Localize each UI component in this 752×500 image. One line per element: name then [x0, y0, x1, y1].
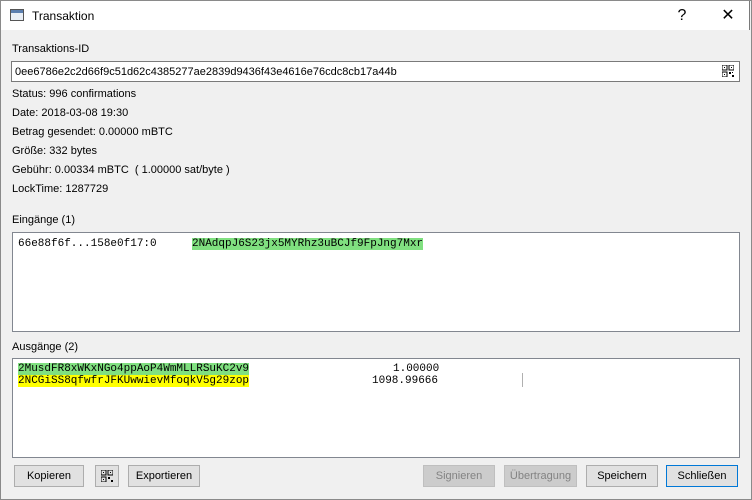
- output-address[interactable]: 2MusdFR8xWKxNGo4ppAoP4WmMLLRSuKC2v9: [18, 363, 250, 375]
- qr-code-icon: [101, 470, 113, 482]
- size-text: Größe: 332 bytes: [12, 145, 97, 157]
- copy-button[interactable]: Kopieren: [14, 465, 84, 487]
- text-cursor: [522, 373, 523, 387]
- outputs-label: Ausgänge (2): [12, 341, 79, 353]
- date-text: Date: 2018-03-08 19:30: [12, 107, 129, 119]
- help-button[interactable]: ?: [659, 1, 705, 31]
- status-text: Status: 996 confirmations: [12, 88, 137, 100]
- locktime-text: LockTime: 1287729: [12, 183, 109, 195]
- txid-label: Transaktions-ID: [12, 43, 90, 55]
- save-button[interactable]: Speichern: [586, 465, 658, 487]
- export-button[interactable]: Exportieren: [128, 465, 200, 487]
- fee-text: Gebühr: 0.00334 mBTC ( 1.00000 sat/byte …: [12, 164, 230, 176]
- close-button[interactable]: ✕: [705, 1, 751, 31]
- output-amount: 1.00000: [393, 363, 440, 375]
- qr-button[interactable]: [95, 465, 119, 487]
- qr-code-icon[interactable]: [722, 65, 734, 77]
- txid-field[interactable]: 0ee6786e2c2d66f9c51d62c4385277ae2839d943…: [11, 61, 740, 82]
- sign-button[interactable]: Signieren: [423, 465, 495, 487]
- broadcast-button[interactable]: Übertragung: [504, 465, 577, 487]
- outputs-list[interactable]: 2MusdFR8xWKxNGo4ppAoP4WmMLLRSuKC2v9 1.00…: [12, 358, 740, 458]
- inputs-list[interactable]: 66e88f6f...158e0f17:0 2NAdqpJ6S23jx5MYRh…: [12, 232, 740, 332]
- input-prevout: 66e88f6f...158e0f17:0: [18, 238, 157, 250]
- input-address[interactable]: 2NAdqpJ6S23jx5MYRhz3uBCJf9FpJng7Mxr: [192, 238, 424, 250]
- sent-amount-text: Betrag gesendet: 0.00000 mBTC: [12, 126, 173, 138]
- inputs-label: Eingänge (1): [12, 214, 75, 226]
- close-dialog-button[interactable]: Schließen: [666, 465, 738, 487]
- txid-value: 0ee6786e2c2d66f9c51d62c4385277ae2839d943…: [15, 66, 397, 78]
- output-address[interactable]: 2NCGiSS8qfwfrJFKUwwievMfoqkV5g29zop: [18, 375, 250, 387]
- output-amount: 1098.99666: [372, 375, 439, 387]
- window-title: Transaktion: [32, 9, 95, 23]
- title-bar: Transaktion ? ✕: [0, 0, 750, 30]
- window-icon: [10, 9, 24, 21]
